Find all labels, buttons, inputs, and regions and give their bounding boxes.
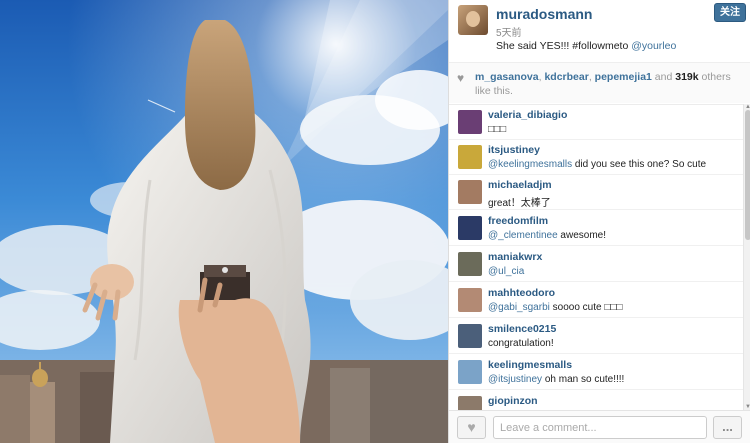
liker-2[interactable]: kdcrbear xyxy=(544,71,588,83)
comment-text: congratulation! xyxy=(488,338,554,349)
comment-avatar[interactable] xyxy=(458,288,482,312)
liker-1[interactable]: m_gasanova xyxy=(475,71,539,83)
comment-avatar[interactable] xyxy=(458,252,482,276)
comment-username[interactable]: smilence0215 xyxy=(488,323,556,335)
comment-avatar[interactable] xyxy=(458,110,482,134)
comment-mention[interactable]: @gabi_sgarbi xyxy=(488,302,550,313)
comment-username[interactable]: mahhteodoro xyxy=(488,287,555,299)
likes-section: ♥ m_gasanova, kdcrbear, pepemejia1 and 3… xyxy=(449,62,750,103)
comment-body: awesome! xyxy=(557,230,606,241)
post-caption: She said YES!!! #followmeto @yourleo xyxy=(496,40,676,52)
comment-username[interactable]: keelingmesmalls xyxy=(488,359,572,371)
comment-text: @keelingmesmalls did you see this one? S… xyxy=(488,159,706,170)
comments-scrollbar[interactable]: ▲ ▼ xyxy=(743,104,750,410)
caption-text: She said YES!!! #followmeto xyxy=(496,40,632,52)
comment-mention[interactable]: @_clementinee xyxy=(488,230,558,241)
comment-footer: ♥ ... xyxy=(449,410,750,443)
comment-username[interactable]: maniakwrx xyxy=(488,251,542,263)
like-heart-icon: ♥ xyxy=(467,419,476,435)
comment-body: soooo cute □□□ xyxy=(549,302,623,313)
comment-username[interactable]: valeria_dibiagio xyxy=(488,109,567,121)
like-button[interactable]: ♥ xyxy=(457,416,486,439)
comment-username[interactable]: giopinzon xyxy=(488,395,538,407)
comment-mention[interactable]: @ul_cia xyxy=(488,266,524,277)
likes-and: and xyxy=(651,71,676,83)
likes-text: m_gasanova, kdcrbear, pepemejia1 and 319… xyxy=(475,70,745,98)
comment-body: great！太棒了 xyxy=(488,198,551,209)
post-panel: muradosmann 5天前 She said YES!!! #followm… xyxy=(448,0,750,443)
photo-illustration xyxy=(0,0,448,443)
comment-username[interactable]: itsjustiney xyxy=(488,144,540,156)
comment-avatar[interactable] xyxy=(458,396,482,410)
caption-mention[interactable]: @yourleo xyxy=(631,40,676,52)
comment-text: □□□ xyxy=(488,124,506,135)
likes-count[interactable]: 319k xyxy=(675,71,698,83)
comments-list[interactable]: valeria_dibiagio □□□ itsjustiney @keelin… xyxy=(449,104,750,410)
comment-body: □□□ xyxy=(488,124,507,135)
scroll-thumb[interactable] xyxy=(745,110,750,240)
liker-3[interactable]: pepemejia1 xyxy=(595,71,652,83)
comment-text: @gabi_sgarbi soooo cute □□□ xyxy=(488,302,622,313)
post-photo xyxy=(0,0,448,443)
post-header: muradosmann 5天前 She said YES!!! #followm… xyxy=(449,0,750,62)
comment-item: itsjustiney @keelingmesmalls did you see… xyxy=(449,140,743,175)
comment-item: maniakwrx @ul_cia xyxy=(449,247,743,282)
comment-item: michaeladjm great！太棒了 xyxy=(449,175,743,210)
comment-avatar[interactable] xyxy=(458,324,482,348)
comment-item: keelingmesmalls @itsjustiney oh man so c… xyxy=(449,355,743,390)
comment-username[interactable]: freedomfilm xyxy=(488,215,548,227)
comment-body: did you see this one? So cute xyxy=(572,159,707,170)
post-username[interactable]: muradosmann xyxy=(496,6,592,22)
heart-icon: ♥ xyxy=(457,71,465,85)
more-button[interactable]: ... xyxy=(713,416,742,439)
comment-avatar[interactable] xyxy=(458,145,482,169)
comment-item: smilence0215 congratulation! xyxy=(449,319,743,354)
comment-mention[interactable]: @itsjustiney xyxy=(488,374,542,385)
comment-avatar[interactable] xyxy=(458,360,482,384)
avatar[interactable] xyxy=(458,5,488,35)
more-icon: ... xyxy=(722,419,733,434)
comment-item: valeria_dibiagio □□□ xyxy=(449,105,743,140)
comment-text: @itsjustiney oh man so cute!!!! xyxy=(488,374,624,385)
comment-avatar[interactable] xyxy=(458,180,482,204)
comment-text: @_clementinee awesome! xyxy=(488,230,606,241)
comment-mention[interactable]: @keelingmesmalls xyxy=(488,159,572,170)
comment-body: congratulation! xyxy=(488,338,554,349)
comment-text: great！太棒了 xyxy=(488,194,551,209)
comment-username[interactable]: michaeladjm xyxy=(488,179,552,191)
comment-input[interactable] xyxy=(493,416,707,439)
post-time: 5天前 xyxy=(496,28,522,39)
comment-body: oh man so cute!!!! xyxy=(542,374,625,385)
comment-text: @ul_cia xyxy=(488,266,524,277)
comment-avatar[interactable] xyxy=(458,216,482,240)
comment-item: freedomfilm @_clementinee awesome! xyxy=(449,211,743,246)
follow-button[interactable]: 关注 xyxy=(714,3,746,22)
comment-item: mahhteodoro @gabi_sgarbi soooo cute □□□ xyxy=(449,283,743,318)
comment-item: giopinzon xyxy=(449,391,743,410)
